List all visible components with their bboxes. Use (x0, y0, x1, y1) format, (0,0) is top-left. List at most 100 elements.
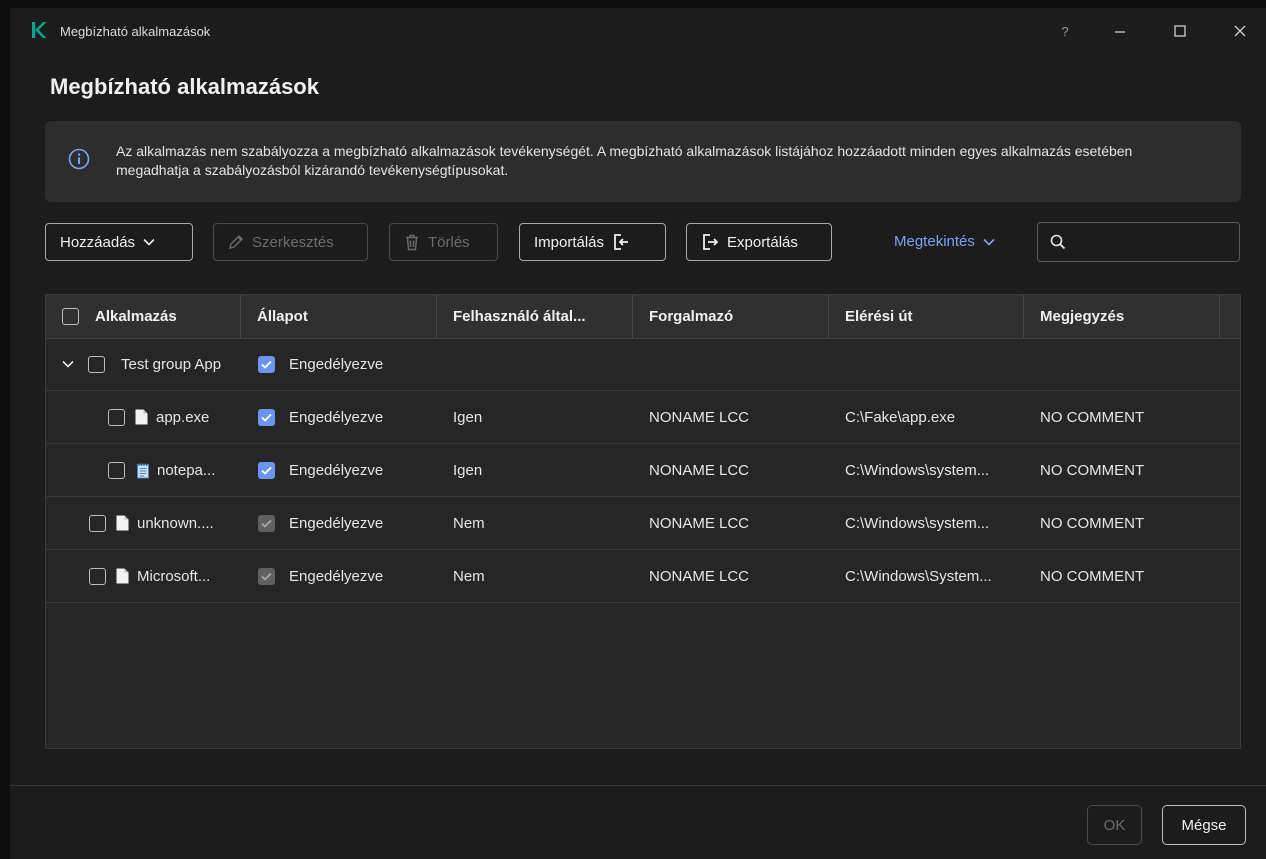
search-icon (1050, 234, 1066, 250)
import-button[interactable]: Importálás (519, 223, 666, 261)
path-cell: C:\Windows\system... (845, 461, 990, 479)
trash-icon (406, 234, 418, 250)
close-button[interactable] (1220, 18, 1260, 44)
status-label: Engedélyezve (289, 567, 384, 585)
info-icon (68, 148, 90, 170)
application-cell: app.exe (108, 391, 209, 443)
file-icon (116, 515, 129, 531)
row-checkbox[interactable] (108, 461, 125, 479)
user-cell: Nem (453, 514, 485, 532)
row-checkbox[interactable] (89, 514, 106, 532)
path-cell: C:\Windows\system... (845, 514, 990, 532)
help-button[interactable]: ? (1045, 18, 1085, 44)
view-dropdown[interactable]: Megtekintés (894, 233, 995, 250)
chevron-down-icon[interactable] (62, 360, 74, 368)
column-header-label: Elérési út (845, 308, 913, 325)
application-name: unknown.... (137, 514, 214, 532)
status-label: Engedélyezve (289, 355, 384, 373)
column-header-vendor[interactable]: Forgalmazó (633, 295, 829, 338)
close-icon (1234, 25, 1246, 37)
add-button-label: Hozzáadás (60, 233, 136, 251)
status-label: Engedélyezve (289, 514, 384, 532)
row-checkbox[interactable] (88, 355, 105, 373)
select-all-checkbox[interactable] (62, 308, 79, 325)
user-cell: Nem (453, 567, 485, 585)
table-row[interactable]: Microsoft... Engedélyezve Nem NONAME LCC… (46, 550, 1240, 603)
application-name: Microsoft... (137, 567, 211, 585)
vendor-cell: NONAME LCC (649, 461, 750, 479)
application-name: app.exe (156, 408, 210, 426)
delete-button[interactable]: Törlés (389, 223, 498, 261)
column-header-comment[interactable]: Megjegyzés (1024, 295, 1220, 338)
status-cell: Engedélyezve (258, 338, 383, 390)
comment-cell: NO COMMENT (1040, 514, 1145, 532)
add-button[interactable]: Hozzáadás (45, 223, 193, 261)
delete-button-label: Törlés (428, 233, 470, 251)
checkmark-icon (261, 519, 272, 528)
checkmark-icon (261, 466, 272, 475)
maximize-icon (1174, 25, 1186, 37)
ok-button[interactable]: OK (1087, 805, 1142, 845)
column-header-label: Alkalmazás (95, 308, 177, 325)
application-cell: unknown.... (89, 497, 214, 549)
vendor-cell: NONAME LCC (649, 408, 750, 426)
pencil-icon (229, 235, 243, 249)
table-row[interactable]: notepa... Engedélyezve Igen NONAME LCC C… (46, 444, 1240, 497)
comment-cell: NO COMMENT (1040, 461, 1145, 479)
view-dropdown-label: Megtekintés (894, 233, 975, 250)
search-box[interactable] (1037, 222, 1240, 262)
status-checkbox[interactable] (258, 461, 275, 479)
comment-cell: NO COMMENT (1040, 567, 1145, 585)
checkmark-icon (261, 572, 272, 581)
maximize-button[interactable] (1160, 18, 1200, 44)
row-checkbox[interactable] (108, 408, 125, 426)
status-checkbox-disabled (258, 567, 275, 585)
chevron-down-icon (983, 238, 995, 246)
user-cell: Igen (453, 461, 483, 479)
trusted-apps-window: Megbízható alkalmazások ? Megbízható alk… (10, 8, 1266, 859)
import-button-label: Importálás (534, 233, 605, 251)
column-header-label: Állapot (257, 308, 308, 325)
column-header-label: Felhasználó által... (453, 308, 586, 325)
application-cell: Test group App (62, 338, 221, 390)
comment-cell: NO COMMENT (1040, 408, 1145, 426)
application-cell: Microsoft... (89, 550, 210, 602)
column-header-status[interactable]: Állapot (241, 295, 437, 338)
checkmark-icon (261, 360, 272, 369)
table-row[interactable]: unknown.... Engedélyezve Nem NONAME LCC … (46, 497, 1240, 550)
window-title: Megbízható alkalmazások (60, 24, 211, 39)
search-input[interactable] (1074, 227, 1238, 259)
status-checkbox[interactable] (258, 355, 275, 373)
user-cell: Igen (453, 408, 483, 426)
trusted-apps-table: Alkalmazás Állapot Felhasználó által... … (45, 294, 1241, 749)
minimize-button[interactable] (1100, 18, 1140, 44)
file-icon (116, 568, 129, 584)
notepad-icon (137, 462, 149, 478)
column-header-path[interactable]: Elérési út (829, 295, 1024, 338)
info-text: Az alkalmazás nem szabályozza a megbízha… (116, 143, 1133, 178)
status-cell: Engedélyezve (258, 444, 383, 496)
row-checkbox[interactable] (89, 567, 106, 585)
checkmark-icon (261, 413, 272, 422)
table-row-group[interactable]: Test group App Engedélyezve (46, 338, 1240, 391)
title-bar: Megbízható alkalmazások ? (10, 8, 1266, 48)
chevron-down-icon (143, 238, 155, 246)
cancel-button[interactable]: Mégse (1162, 805, 1246, 845)
application-cell: notepa... (108, 444, 215, 496)
column-header-label: Forgalmazó (649, 308, 734, 325)
table-row[interactable]: app.exe Engedélyezve Igen NONAME LCC C:\… (46, 391, 1240, 444)
minimize-icon (1115, 31, 1125, 33)
status-cell: Engedélyezve (258, 391, 383, 443)
status-checkbox[interactable] (258, 408, 275, 426)
column-header-application[interactable]: Alkalmazás (46, 295, 241, 338)
vendor-cell: NONAME LCC (649, 514, 750, 532)
page-title: Megbízható alkalmazások (50, 74, 319, 99)
edit-button-label: Szerkesztés (252, 233, 334, 251)
column-header-user[interactable]: Felhasználó által... (437, 295, 633, 338)
path-cell: C:\Fake\app.exe (845, 408, 956, 426)
status-cell: Engedélyezve (258, 497, 383, 549)
path-cell: C:\Windows\System... (845, 567, 992, 585)
table-header: Alkalmazás Állapot Felhasználó által... … (46, 295, 1240, 339)
export-button[interactable]: Exportálás (686, 223, 832, 261)
edit-button[interactable]: Szerkesztés (213, 223, 368, 261)
